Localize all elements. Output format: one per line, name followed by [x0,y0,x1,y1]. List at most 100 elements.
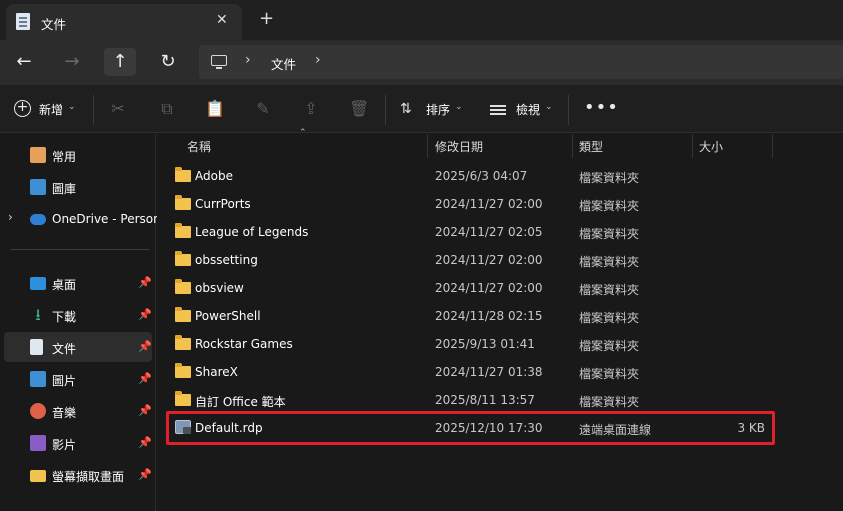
delete-icon[interactable]: 🗑 [349,99,369,119]
folder-icon [175,307,191,322]
table-row[interactable]: obsview 2024/11/27 02:00 檔案資料夾 [165,274,777,302]
view-icon [490,105,506,107]
sidebar-item-screenshots[interactable]: 螢幕擷取畫面 📌 [4,460,152,490]
sidebar-item-downloads[interactable]: ⭳ 下載 📌 [4,300,152,330]
sidebar-item-label: 音樂 [52,406,77,420]
table-row[interactable]: 自訂 Office 範本 2025/8/11 13:57 檔案資料夾 [165,386,777,414]
sidebar-item-label: 圖庫 [52,182,77,196]
up-button[interactable]: ↑ [104,48,136,76]
sidebar-item-label: 下載 [52,310,77,324]
sidebar-item-label: 圖片 [52,374,77,388]
sidebar-item-documents[interactable]: 文件 📌 [4,332,152,362]
file-name: Adobe [195,169,233,183]
new-button-label: 新增 [39,103,64,117]
file-name: CurrPorts [195,197,251,211]
table-row[interactable]: ShareX 2024/11/27 01:38 檔案資料夾 [165,358,777,386]
address-bar[interactable]: › 文件 › [199,45,843,79]
folder-icon [175,391,191,406]
table-row[interactable]: PowerShell 2024/11/28 02:15 檔案資料夾 [165,302,777,330]
rename-icon[interactable]: ✎ [253,99,273,119]
document-icon [16,13,30,30]
file-type: 檔案資料夾 [579,367,640,381]
folder-icon [175,363,191,378]
divider [568,95,569,125]
column-header-size[interactable]: 大小 [699,134,723,158]
pin-icon[interactable]: 📌 [138,340,152,353]
file-type: 檔案資料夾 [579,171,640,185]
folder-icon [175,195,191,210]
table-row[interactable]: Adobe 2025/6/3 04:07 檔案資料夾 [165,162,777,190]
pin-icon[interactable]: 📌 [138,404,152,417]
sidebar-item-music[interactable]: 音樂 📌 [4,396,152,426]
folder-icon [175,223,191,238]
command-bar: + 新增 ⌄ ✂ ⧉ 📋 ✎ ⇪ 🗑 ⇅ 排序 ⌄ 檢視 ⌄ ••• [0,85,843,133]
file-date: 2025/9/13 01:41 [435,337,535,351]
sidebar-item-gallery[interactable]: 圖庫 [4,172,152,202]
pin-icon[interactable]: 📌 [138,468,152,481]
column-header-date[interactable]: 修改日期 [435,134,483,158]
file-list: ⌃ 名稱 修改日期 類型 大小 Adobe 2025/6/3 04:07 檔案資… [157,128,843,511]
breadcrumb-chevron[interactable]: › [245,52,251,68]
column-header-type[interactable]: 類型 [579,134,603,158]
file-date: 2025/8/11 13:57 [435,393,535,407]
file-date: 2024/11/27 02:00 [435,197,543,211]
video-icon [30,435,46,451]
close-icon[interactable]: ✕ [216,12,228,28]
sort-label: 排序 [426,103,451,117]
sidebar-item-label: 常用 [52,150,77,164]
table-row[interactable]: CurrPorts 2024/11/27 02:00 檔案資料夾 [165,190,777,218]
pin-icon[interactable]: 📌 [138,436,152,449]
download-icon: ⭳ [35,305,41,324]
more-options-icon[interactable]: ••• [584,97,619,118]
sidebar-item-desktop[interactable]: 桌面 📌 [4,268,152,298]
back-button[interactable]: ← [8,48,40,76]
desktop-icon [30,277,46,290]
pin-icon[interactable]: 📌 [138,276,152,289]
divider [10,249,150,250]
cut-icon[interactable]: ✂ [108,99,128,119]
new-tab-button[interactable]: + [259,8,274,29]
share-icon[interactable]: ⇪ [301,99,321,119]
column-separator[interactable] [427,134,428,158]
file-date: 2024/11/28 02:15 [435,309,543,323]
column-header-name[interactable]: 名稱 [187,134,211,158]
file-type: 檔案資料夾 [579,199,640,213]
file-name: 自訂 Office 範本 [195,395,286,409]
file-date: 2025/6/3 04:07 [435,169,528,183]
sidebar-item-label: OneDrive - Person [52,212,161,226]
copy-icon[interactable]: ⧉ [157,99,177,119]
gallery-icon [30,179,46,195]
sidebar-item-home[interactable]: 常用 [4,140,152,170]
table-row[interactable]: League of Legends 2024/11/27 02:05 檔案資料夾 [165,218,777,246]
sidebar-item-label: 影片 [52,438,77,452]
file-date: 2024/11/27 01:38 [435,365,543,379]
sort-icon: ⇅ [400,101,412,117]
tab-title: 文件 [41,17,67,32]
sidebar-item-videos[interactable]: 影片 📌 [4,428,152,458]
home-icon [30,147,46,163]
chevron-right-icon[interactable]: › [8,210,13,224]
sidebar-item-pictures[interactable]: 圖片 📌 [4,364,152,394]
refresh-button[interactable]: ↻ [152,48,184,76]
paste-icon[interactable]: 📋 [205,99,225,119]
folder-icon [175,335,191,350]
sidebar-item-onedrive[interactable]: › OneDrive - Person [4,204,161,234]
breadcrumb-documents[interactable]: 文件 [271,54,296,73]
highlight-box [166,411,775,445]
forward-button[interactable]: → [56,48,88,76]
column-separator[interactable] [772,134,773,158]
pin-icon[interactable]: 📌 [138,308,152,321]
file-type: 檔案資料夾 [579,255,640,269]
column-separator[interactable] [692,134,693,158]
table-row[interactable]: Rockstar Games 2025/9/13 01:41 檔案資料夾 [165,330,777,358]
tab-documents[interactable]: 文件 ✕ [6,4,242,40]
view-label: 檢視 [516,103,541,117]
pin-icon[interactable]: 📌 [138,372,152,385]
folder-icon [175,167,191,182]
breadcrumb-chevron[interactable]: › [315,52,321,68]
table-row[interactable]: obssetting 2024/11/27 02:00 檔案資料夾 [165,246,777,274]
file-name: Rockstar Games [195,337,293,351]
computer-icon[interactable] [211,55,227,69]
column-separator[interactable] [572,134,573,158]
music-icon [30,403,46,419]
